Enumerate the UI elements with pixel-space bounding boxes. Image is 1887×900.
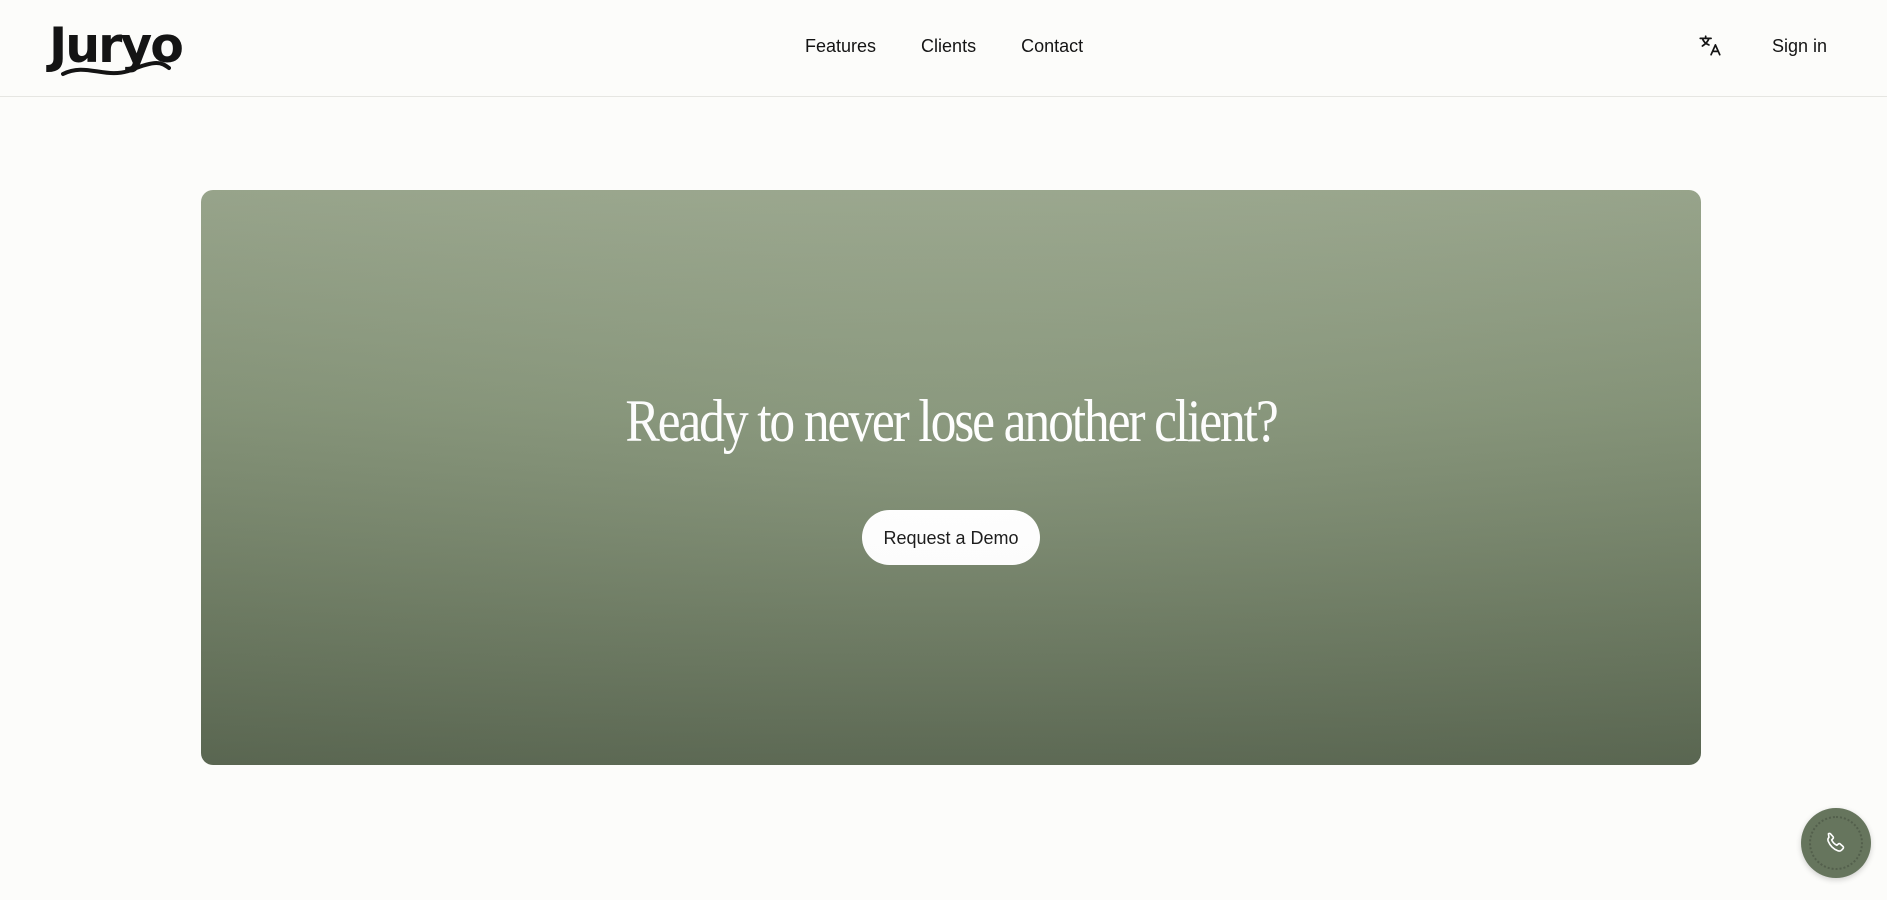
brand-logo[interactable]: Juryo: [49, 18, 184, 80]
cta-banner: Ready to never lose another client? Requ…: [201, 190, 1701, 765]
logo-swoosh-icon: [61, 61, 171, 76]
request-demo-button[interactable]: Request a Demo: [862, 510, 1040, 565]
phone-icon: [1827, 832, 1845, 852]
nav-item-clients[interactable]: Clients: [921, 34, 976, 58]
nav-item-contact[interactable]: Contact: [1021, 34, 1083, 58]
sign-in-link[interactable]: Sign in: [1772, 34, 1827, 58]
site-header: Juryo Features Clients Contact Sign in: [0, 0, 1887, 97]
nav-item-features[interactable]: Features: [805, 34, 876, 58]
translate-icon[interactable]: [1697, 33, 1723, 59]
cta-title: Ready to never lose another client?: [625, 388, 1278, 454]
main-nav: Features Clients Contact: [805, 34, 1083, 58]
call-button[interactable]: [1801, 808, 1871, 878]
